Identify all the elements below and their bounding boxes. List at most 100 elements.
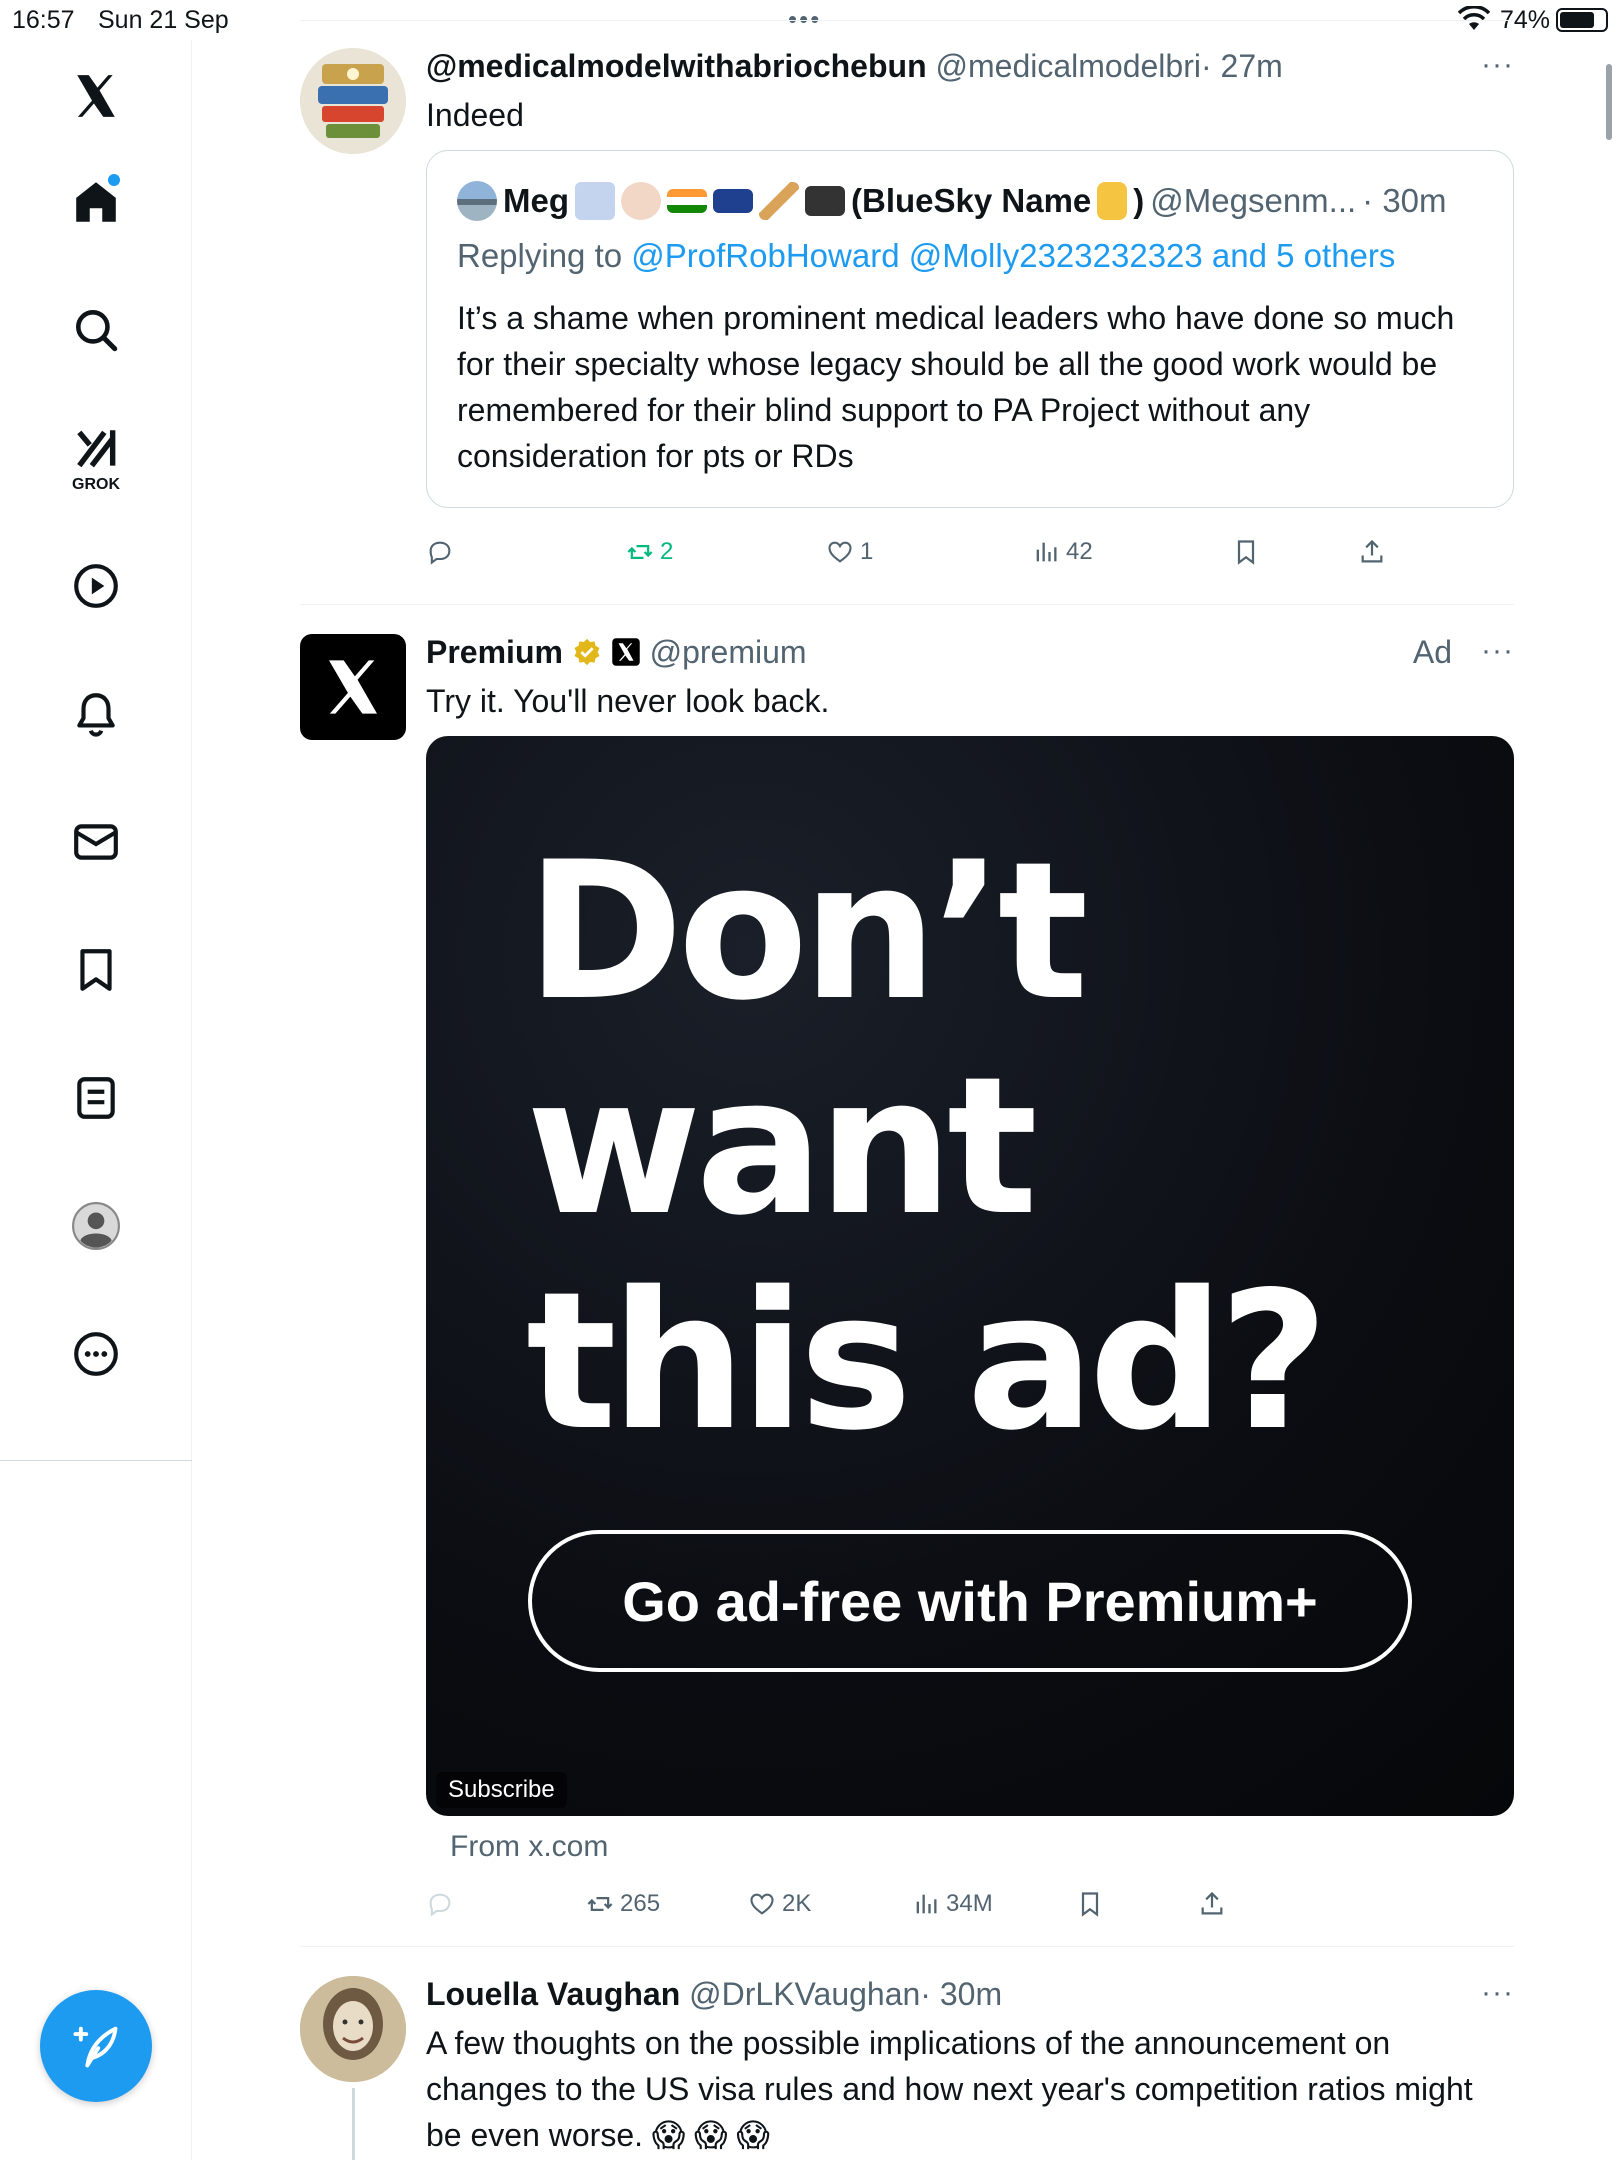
views-count: 34M — [946, 1890, 993, 1917]
quote-time: · 30m — [1362, 182, 1447, 219]
reply-button[interactable] — [426, 538, 454, 566]
promoted-tweet-premium[interactable]: Premium @premium Ad ··· Try it. You'll n… — [300, 634, 1514, 1946]
tweet-text: A few thoughts on the possible implicati… — [426, 2025, 1473, 2153]
emoji-icon — [575, 182, 615, 220]
portrait-avatar-icon — [300, 1976, 406, 2082]
tweet-medicalmodel[interactable]: @medicalmodelwithabriochebun @medicalmod… — [300, 48, 1514, 604]
bookmark-button[interactable] — [1232, 538, 1260, 566]
author-handle[interactable]: @medicalmodelbri — [936, 48, 1201, 84]
quote-handle[interactable]: @Megsenm... — [1150, 182, 1356, 220]
lists-icon[interactable] — [60, 1062, 132, 1134]
tweet-time: · 27m — [1200, 48, 1283, 84]
x-logo-icon[interactable] — [60, 60, 132, 132]
author-name[interactable]: @medicalmodelwithabriochebun — [426, 48, 927, 84]
scrollbar-thumb[interactable] — [1606, 64, 1612, 140]
timeline-feed: @medicalmodelwithabriochebun @medicalmod… — [300, 0, 1514, 2160]
status-time: 16:57 — [12, 6, 75, 34]
emoji-icon — [621, 182, 661, 220]
author-name[interactable]: Premium — [426, 634, 563, 670]
tweet-actions: 2 1 42 — [426, 538, 1426, 578]
author-handle[interactable]: @DrLKVaughan — [689, 1976, 920, 2012]
reply-button[interactable] — [426, 1890, 454, 1918]
ad-headline-line-3: this ad? — [526, 1251, 1329, 1472]
quote-text: It’s a shame when prominent medical lead… — [457, 300, 1455, 474]
views-button[interactable]: 42 — [1032, 538, 1093, 566]
notifications-icon[interactable] — [60, 678, 132, 750]
india-flag-icon — [667, 189, 707, 213]
profile-avatar-icon[interactable] — [60, 1190, 132, 1262]
messages-icon[interactable] — [60, 806, 132, 878]
heart-icon — [750, 1893, 774, 1915]
author-handle[interactable]: @premium — [650, 634, 807, 670]
quote-author-name[interactable]: Meg — [503, 182, 569, 220]
tweet-louella-vaughan[interactable]: Louella Vaughan @DrLKVaughan· 30m ··· A … — [300, 1976, 1514, 2160]
pointing-down-icon — [1097, 182, 1128, 220]
like-count: 1 — [860, 538, 874, 565]
retweet-icon — [587, 1897, 613, 1911]
verified-gold-icon — [574, 638, 600, 666]
ad-headline-line-1: Don’t — [526, 821, 1089, 1042]
tweet-text: Indeed — [426, 97, 524, 133]
home-unread-dot — [108, 174, 120, 186]
ad-headline: Don’t want this ad? — [526, 821, 1329, 1472]
more-icon[interactable] — [60, 1318, 132, 1390]
subscribe-button[interactable]: Subscribe — [436, 1772, 567, 1808]
views-count: 42 — [1066, 538, 1093, 565]
heart-icon — [828, 541, 852, 563]
like-button[interactable]: 2K — [748, 1890, 811, 1918]
sidebar-nav: GROK — [0, 40, 192, 2160]
bookmark-icon — [1237, 540, 1255, 565]
quote-reply-context: Replying to @ProfRobHoward @Molly2323232… — [457, 237, 1395, 275]
ad-headline-line-2: want — [526, 1036, 1038, 1257]
ad-image[interactable]: Don’t want this ad? Go ad-free with Prem… — [426, 736, 1514, 1816]
bookmarks-icon[interactable] — [60, 934, 132, 1006]
ad-cta-button[interactable]: Go ad-free with Premium+ — [528, 1530, 1412, 1672]
tweet-more-icon[interactable]: ··· — [1481, 634, 1514, 668]
x-affiliate-badge-icon — [611, 638, 640, 666]
uk-flag-icon — [713, 189, 753, 213]
camera-icon — [805, 186, 845, 216]
like-button[interactable]: 1 — [826, 538, 873, 566]
tweet-header: @medicalmodelwithabriochebun @medicalmod… — [426, 48, 1283, 85]
tweet-more-icon[interactable]: ··· — [1481, 1976, 1514, 2010]
quote-author-name-suffix[interactable]: (BlueSky Name — [851, 182, 1091, 220]
views-button[interactable]: 34M — [912, 1890, 993, 1918]
retweet-button[interactable]: 265 — [586, 1890, 660, 1918]
tweet-header: Louella Vaughan @DrLKVaughan· 30m — [426, 1976, 1002, 2013]
grok-icon[interactable]: GROK — [60, 422, 132, 494]
avatar-premium[interactable] — [300, 634, 406, 740]
author-name[interactable]: Louella Vaughan — [426, 1976, 680, 2012]
share-button[interactable] — [1358, 538, 1386, 566]
views-icon — [1036, 542, 1057, 562]
compose-post-button[interactable] — [40, 1990, 152, 2102]
retweet-button[interactable]: 2 — [626, 538, 673, 566]
ad-label: Ad — [1412, 634, 1452, 670]
avatar-louella-vaughan[interactable] — [300, 1976, 406, 2082]
avatar-medicalmodel[interactable] — [300, 48, 406, 154]
home-icon[interactable] — [60, 166, 132, 238]
quote-avatar[interactable] — [457, 181, 497, 221]
tweet-header: Premium @premium — [426, 634, 807, 671]
sidebar-divider — [0, 1460, 192, 1461]
retweet-count: 265 — [620, 1890, 661, 1917]
retweet-icon — [627, 545, 653, 559]
share-button[interactable] — [1198, 1890, 1226, 1918]
video-icon[interactable] — [60, 550, 132, 622]
search-icon[interactable] — [60, 294, 132, 366]
tweet-more-icon[interactable]: ··· — [1481, 48, 1514, 82]
bookmark-button[interactable] — [1076, 1890, 1104, 1918]
compose-feather-icon — [73, 2026, 118, 2068]
bookmark-icon — [1081, 1892, 1099, 1917]
tweet-divider — [300, 604, 1514, 605]
battery-icon — [1556, 8, 1608, 32]
replying-to-label: Replying to — [457, 237, 623, 274]
retweet-count: 2 — [660, 538, 674, 565]
x-logo-icon — [329, 660, 377, 714]
reply-icon — [429, 1893, 451, 1917]
gmc-badge-avatar-icon — [300, 48, 406, 154]
quoted-tweet[interactable]: Meg (BlueSky Name ) @Megsenm... · 30m Rep… — [426, 150, 1514, 508]
replying-to-users[interactable]: @ProfRobHoward @Molly2323232323 and 5 ot… — [631, 237, 1395, 274]
share-icon — [1361, 539, 1383, 563]
views-icon — [916, 1894, 937, 1914]
ad-source-link[interactable]: From x.com — [450, 1830, 608, 1864]
